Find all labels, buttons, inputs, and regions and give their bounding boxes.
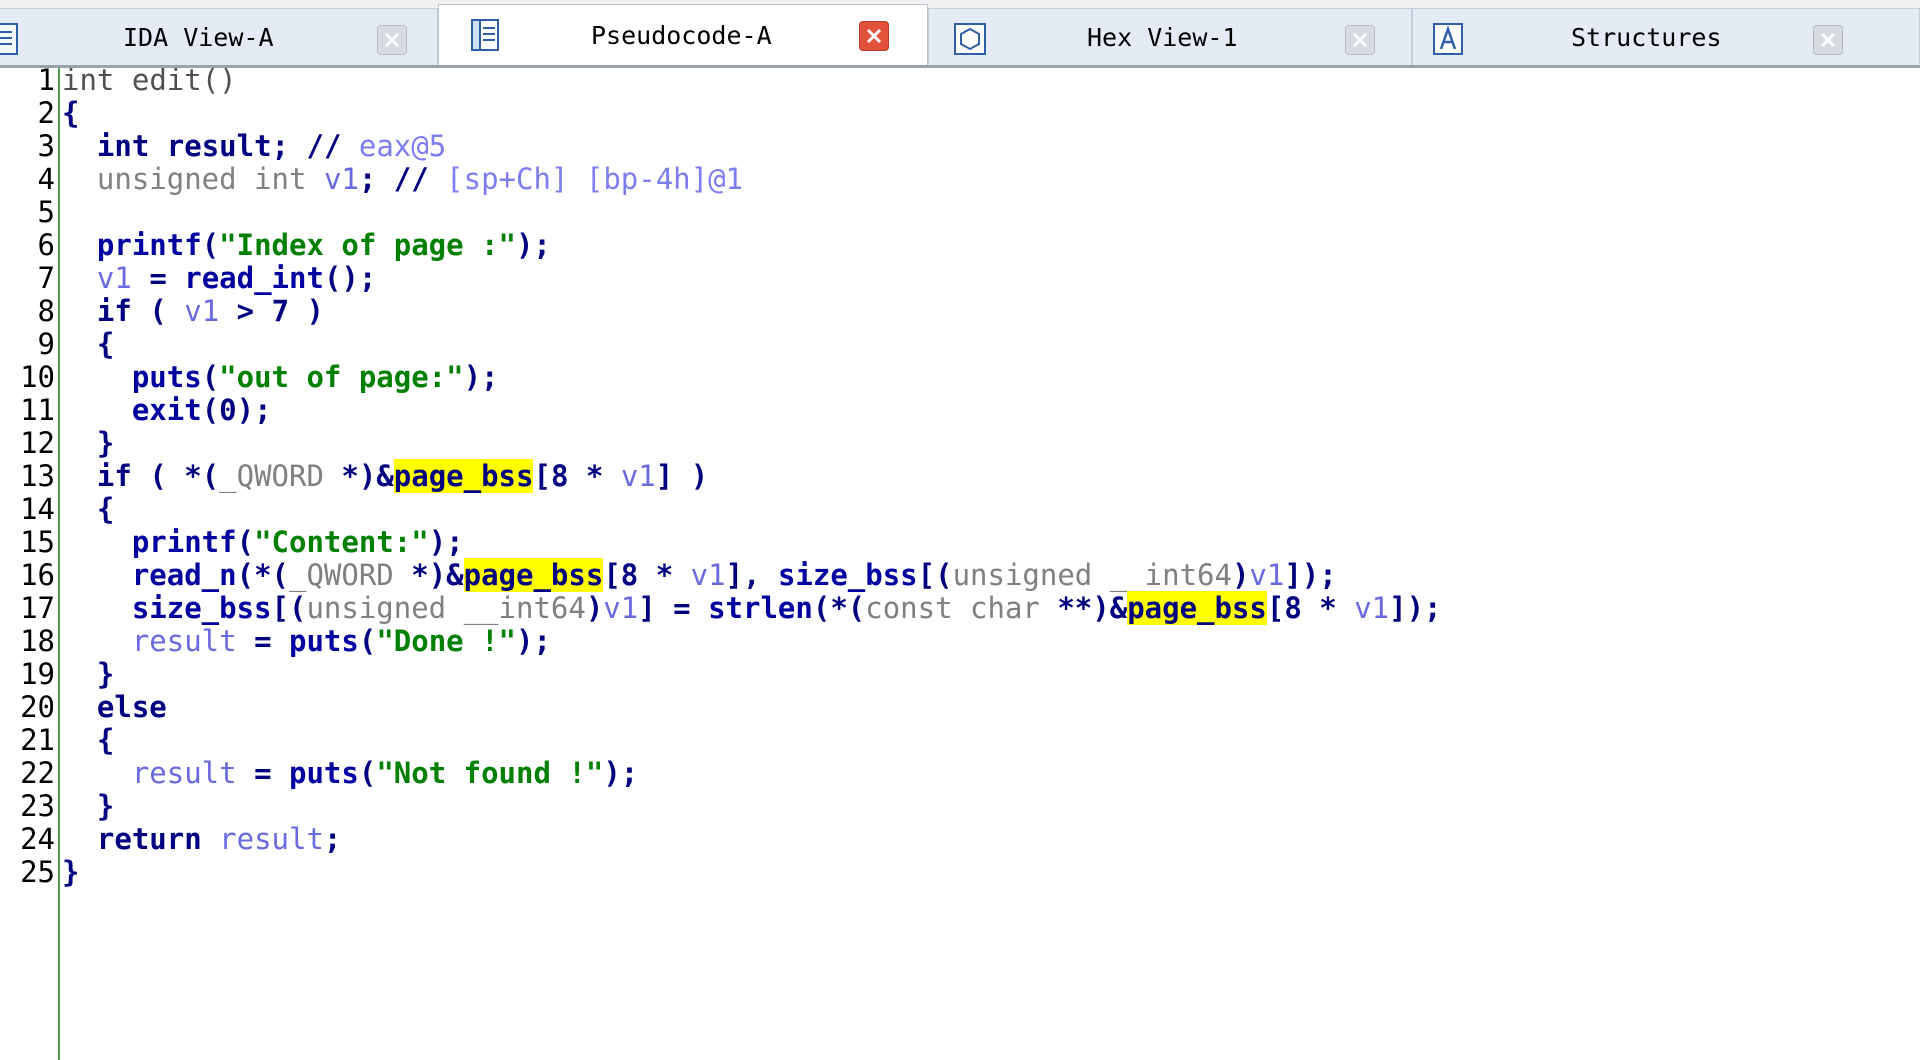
- code-text: }: [62, 855, 80, 889]
- code-text: int edit(): [62, 68, 237, 97]
- tab-structures[interactable]: Structures: [1412, 8, 1920, 65]
- tab-label: Hex View-1: [1087, 22, 1238, 52]
- code-text: if ( *(_QWORD *)&page_bss[8 * v1] ): [96, 459, 709, 493]
- pseudocode-icon: [469, 17, 503, 53]
- tab-bar: IDA View-A Pseudocode-A Hex View-1 Struc…: [0, 0, 1920, 68]
- tab-hex-view-1[interactable]: Hex View-1: [928, 8, 1412, 65]
- structures-icon: [1431, 21, 1465, 57]
- pseudocode-view[interactable]: 1 int edit() 2{3 int result; // eax@5 4 uns…: [0, 68, 1920, 1060]
- close-icon[interactable]: [377, 25, 407, 55]
- code-text: return result;: [96, 822, 342, 856]
- hex-view-icon: [953, 21, 987, 57]
- gutter-divider: [58, 68, 60, 1060]
- line-number: 25: [20, 855, 55, 889]
- close-icon[interactable]: [1813, 25, 1843, 55]
- ida-view-icon: [0, 21, 23, 57]
- tab-ida-view-a[interactable]: IDA View-A: [0, 8, 438, 65]
- tab-pseudocode-a[interactable]: Pseudocode-A: [438, 4, 928, 65]
- tab-label: Pseudocode-A: [591, 20, 772, 50]
- tab-label: Structures: [1571, 22, 1722, 52]
- close-icon[interactable]: [1345, 25, 1375, 55]
- code-text: result = puts("Not found !");: [131, 756, 639, 790]
- code-text: result = puts("Done !");: [131, 624, 551, 658]
- code-text: unsigned int v1; // [sp+Ch] [bp-4h]@1: [96, 162, 743, 196]
- tab-label: IDA View-A: [123, 22, 274, 52]
- close-icon[interactable]: [859, 21, 889, 51]
